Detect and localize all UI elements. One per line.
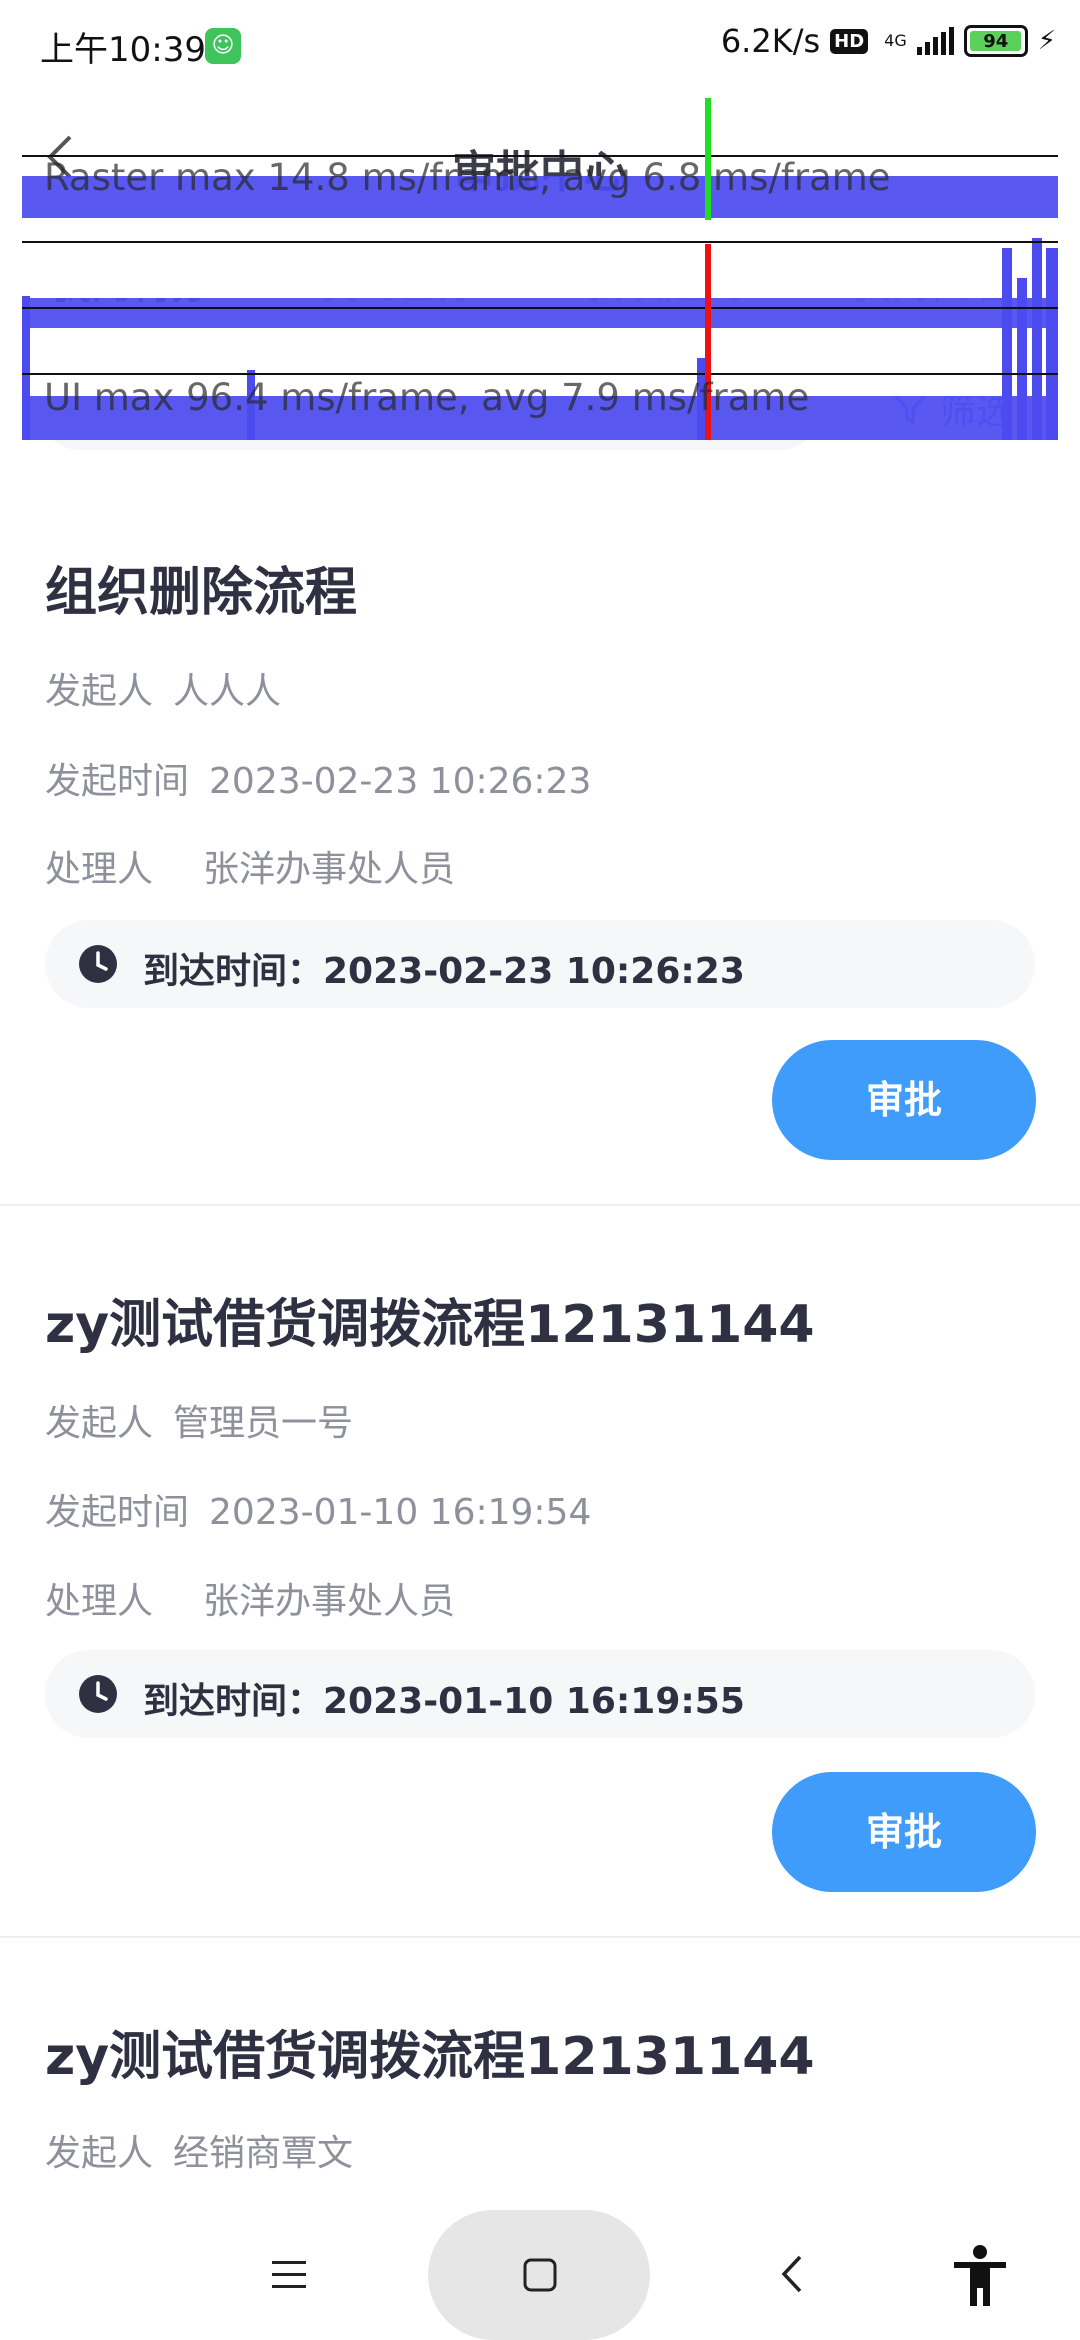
- menu-icon[interactable]: [272, 2260, 306, 2290]
- initiator-value: 人人人: [173, 671, 282, 712]
- arrive-time-box: 到达时间：2023-02-23 10:26:23: [45, 920, 1035, 1008]
- handler-row: 处理人 张洋办事处人员: [45, 1572, 455, 1624]
- tab-my-initiated[interactable]: 我发起的: [585, 252, 745, 310]
- tab-my-done[interactable]: 我的已办: [318, 252, 478, 310]
- approve-button[interactable]: 审批: [772, 1040, 1036, 1160]
- tab-label: 我发起的: [585, 262, 745, 308]
- page-title: 审批中心: [452, 147, 628, 198]
- card-title: zy测试借货调拨流程12131144: [45, 2027, 815, 2087]
- approve-button[interactable]: 审批: [772, 1772, 1036, 1892]
- filter-icon: [892, 392, 928, 424]
- back-icon[interactable]: [780, 2254, 804, 2294]
- battery-icon: 94: [963, 25, 1028, 57]
- search-box[interactable]: [40, 370, 820, 450]
- filter-label: 筛选: [940, 391, 1013, 432]
- start-time-row: 发起时间 2023-02-23 10:26:23: [45, 752, 591, 804]
- tab-bar: 我的待办 34 我的已办 我发起的 我的阅看: [0, 230, 1080, 350]
- list-item[interactable]: 组织删除流程 发起人 人人人 发起时间 2023-02-23 10:26:23 处理…: [0, 450, 1080, 1206]
- initiator-label: 发起人: [45, 671, 154, 712]
- status-right: 6.2K/s HD 4G 94 ⚡: [721, 22, 1056, 60]
- accessibility-icon[interactable]: [952, 2244, 1008, 2308]
- hd-icon: HD: [830, 28, 869, 54]
- initiator-value: 管理员一号: [173, 1403, 354, 1444]
- arrive-time-box: 到达时间：2023-01-10 16:19:55: [45, 1650, 1035, 1738]
- start-time-value: 2023-01-10 16:19:54: [209, 1492, 592, 1533]
- battery-level: 94: [983, 30, 1009, 52]
- arrive-time-text: 到达时间：2023-01-10 16:19:55: [143, 1681, 745, 1722]
- status-bar: 上午10:39 ☺ 6.2K/s HD 4G 94 ⚡: [0, 0, 1080, 92]
- tab-label: 我的待办: [52, 262, 212, 308]
- initiator-label: 发起人: [45, 1403, 154, 1444]
- clock-icon: [79, 1675, 117, 1713]
- app-notification-icon: ☺: [205, 28, 241, 64]
- tab-label: 我的已办: [318, 262, 478, 308]
- list-item[interactable]: zy测试借货调拨流程12131144 发起人 管理员一号 发起时间 2023-01-…: [0, 1206, 1080, 1938]
- header: 审批中心: [0, 92, 1080, 222]
- initiator-row: 发起人 经销商覃文: [45, 2124, 353, 2176]
- handler-value: 张洋办事处人员: [203, 849, 456, 890]
- network-type-icon: 4G: [884, 33, 907, 49]
- clock-icon: [79, 945, 117, 983]
- handler-label: 处理人: [45, 1581, 154, 1622]
- system-nav-bar: [0, 2200, 1080, 2340]
- network-type-label: 4G: [884, 31, 907, 50]
- status-time: 上午10:39: [40, 30, 206, 70]
- active-tab-indicator: [95, 332, 183, 340]
- card-title: 组织删除流程: [45, 563, 358, 623]
- initiator-row: 发起人 人人人: [45, 662, 281, 714]
- initiator-value: 经销商覃文: [173, 2133, 354, 2174]
- start-time-row: 发起时间 2023-01-10 16:19:54: [45, 1483, 591, 1535]
- handler-label: 处理人: [45, 849, 154, 890]
- tab-label: 我的阅看: [852, 262, 1012, 308]
- start-time-label: 发起时间: [45, 761, 190, 802]
- tab-my-read[interactable]: 我的阅看: [852, 252, 1012, 310]
- todo-count-badge: 34: [195, 235, 249, 279]
- initiator-row: 发起人 管理员一号: [45, 1394, 353, 1446]
- initiator-label: 发起人: [45, 2133, 154, 2174]
- network-speed: 6.2K/s: [720, 22, 821, 60]
- handler-value: 张洋办事处人员: [203, 1581, 456, 1622]
- tab-my-todo[interactable]: 我的待办: [52, 252, 212, 310]
- signal-icon: [916, 27, 954, 55]
- handler-row: 处理人 张洋办事处人员: [45, 840, 455, 892]
- filter-button[interactable]: 筛选: [890, 382, 1012, 434]
- home-icon[interactable]: [522, 2257, 558, 2293]
- charging-icon: ⚡: [1037, 26, 1056, 56]
- start-time-label: 发起时间: [45, 1492, 190, 1533]
- list-item[interactable]: zy测试借货调拨流程12131144 发起人 经销商覃文: [0, 1938, 1080, 2200]
- start-time-value: 2023-02-23 10:26:23: [209, 761, 592, 802]
- card-title: zy测试借货调拨流程12131144: [45, 1295, 815, 1355]
- arrive-time-text: 到达时间：2023-02-23 10:26:23: [143, 951, 745, 992]
- filter-row: 筛选: [0, 360, 1080, 450]
